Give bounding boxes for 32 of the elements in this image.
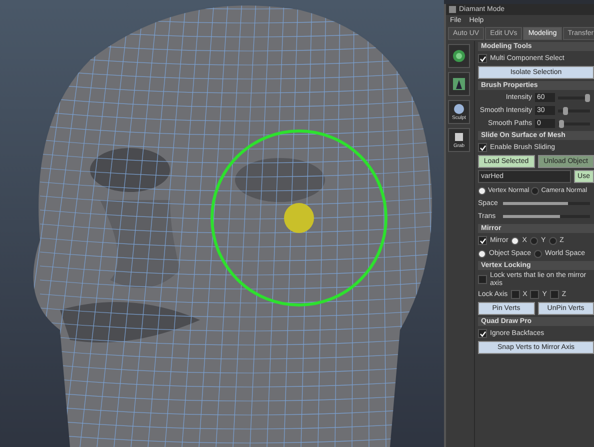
swirl-icon [452,49,466,63]
checkbox[interactable] [478,143,487,152]
radio-button[interactable] [511,236,520,244]
radio-button[interactable] [534,250,542,258]
radio-button[interactable] [530,236,538,244]
checkmark-icon [480,238,486,244]
checkmark-icon [480,330,486,337]
slider-thumb[interactable] [559,120,564,128]
tool-button[interactable] [448,44,470,68]
radio-button[interactable] [478,186,486,194]
radio-button[interactable] [531,186,540,194]
radio-button[interactable] [478,250,486,258]
checkbox[interactable] [530,290,540,300]
checkbox[interactable] [478,329,487,338]
checkbox[interactable] [550,290,559,300]
radio-button[interactable] [548,236,557,244]
cube-icon [453,131,465,143]
checkbox[interactable] [478,236,487,245]
slider-fill[interactable] [503,215,560,218]
sphere-icon [453,103,465,115]
checkbox[interactable] [478,54,487,63]
brush-center-dot [284,203,314,233]
checkbox[interactable] [478,275,487,284]
checkmark-icon [480,144,486,150]
checkbox[interactable] [510,290,520,300]
slider-thumb[interactable] [585,94,590,102]
slider-fill[interactable] [503,202,568,205]
tool-button[interactable] [448,72,470,96]
app-icon [449,6,456,13]
slider-thumb[interactable] [563,106,568,114]
checkmark-icon [480,56,486,62]
pin-icon [452,77,466,91]
